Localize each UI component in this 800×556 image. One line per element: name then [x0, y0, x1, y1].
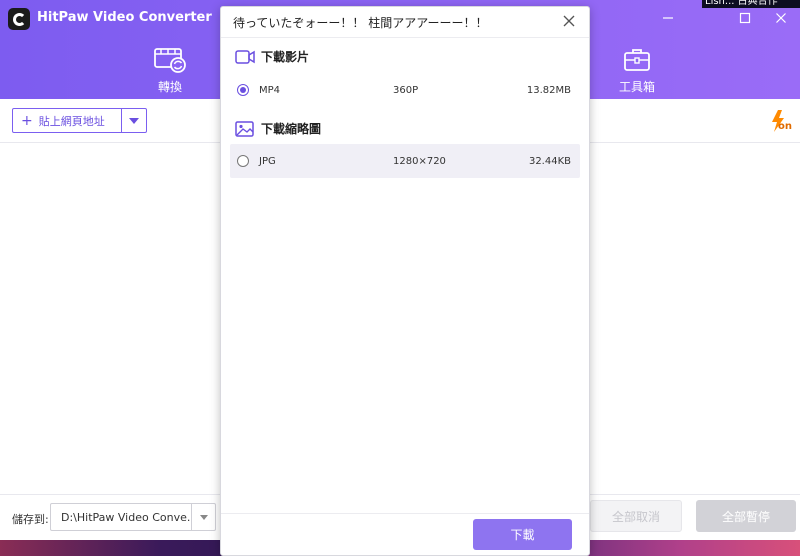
- minimize-button[interactable]: [659, 9, 677, 27]
- close-icon: [776, 13, 786, 23]
- save-path-dropdown[interactable]: [191, 504, 215, 530]
- option-size: 13.82MB: [526, 84, 571, 96]
- option-resolution: 1280×720: [393, 155, 446, 167]
- plus-icon: +: [21, 112, 33, 129]
- acceleration-badge: on: [778, 121, 792, 132]
- video-option-radio[interactable]: [237, 84, 249, 96]
- dialog-footer-divider: [221, 513, 589, 514]
- option-format: JPG: [259, 155, 276, 167]
- app-logo-icon: [8, 8, 30, 30]
- video-section-header: 下載影片: [235, 48, 309, 65]
- download-options-dialog: 待っていたぞォーー！！ 柱間アアアーーー！！ 下載影片 MP4 360P 13.…: [220, 6, 590, 556]
- save-path-select[interactable]: D:\HitPaw Video Conve...: [50, 503, 216, 531]
- image-icon: [235, 120, 254, 137]
- save-path-value: D:\HitPaw Video Conve...: [61, 510, 191, 524]
- paste-url-dropdown[interactable]: [121, 109, 146, 132]
- thumbnail-section-label: 下載縮略圖: [261, 122, 322, 136]
- thumbnail-option-row[interactable]: JPG 1280×720 32.44KB: [230, 144, 580, 178]
- maximize-button[interactable]: [736, 9, 754, 27]
- video-option-row[interactable]: MP4 360P 13.82MB: [230, 73, 580, 107]
- cancel-all-button[interactable]: 全部取消: [590, 500, 682, 532]
- option-size: 32.44KB: [528, 155, 571, 167]
- dialog-title: 待っていたぞォーー！！ 柱間アアアーーー！！: [233, 16, 488, 30]
- paste-url-label: 貼上網頁地址: [38, 114, 105, 128]
- close-window-button[interactable]: [772, 9, 790, 27]
- chevron-down-icon: [199, 514, 208, 520]
- background-window-title: Lish... 古典合作: [702, 0, 800, 8]
- dialog-divider: [221, 37, 589, 38]
- chevron-down-icon: [129, 117, 139, 124]
- app-title: HitPaw Video Converter: [37, 10, 212, 25]
- video-camera-icon: [235, 49, 255, 64]
- toolbox-icon: [624, 49, 650, 71]
- nav-toolbox-label: 工具箱: [618, 80, 655, 94]
- thumbnail-option-radio[interactable]: [237, 155, 249, 167]
- close-dialog-icon[interactable]: [561, 13, 577, 29]
- app-window: HitPaw Video Converter 轉換 工具箱 Lish... 古典…: [0, 0, 800, 556]
- thumbnail-section-header: 下載縮略圖: [235, 120, 321, 137]
- nav-toolbox[interactable]: 工具箱: [607, 46, 667, 95]
- nav-convert[interactable]: 轉換: [140, 46, 200, 95]
- download-button[interactable]: 下載: [473, 519, 572, 550]
- paste-url-button[interactable]: + 貼上網頁地址: [12, 108, 147, 133]
- paste-url-main[interactable]: + 貼上網頁地址: [13, 109, 121, 132]
- save-to-label: 儲存到:: [12, 513, 49, 526]
- video-section-label: 下載影片: [261, 50, 310, 64]
- nav-convert-label: 轉換: [157, 80, 182, 94]
- maximize-icon: [739, 12, 751, 24]
- pause-all-button[interactable]: 全部暫停: [696, 500, 796, 532]
- option-resolution: 360P: [393, 84, 419, 96]
- minimize-icon: [663, 17, 673, 19]
- option-format: MP4: [259, 84, 281, 96]
- film-convert-icon: [154, 48, 186, 73]
